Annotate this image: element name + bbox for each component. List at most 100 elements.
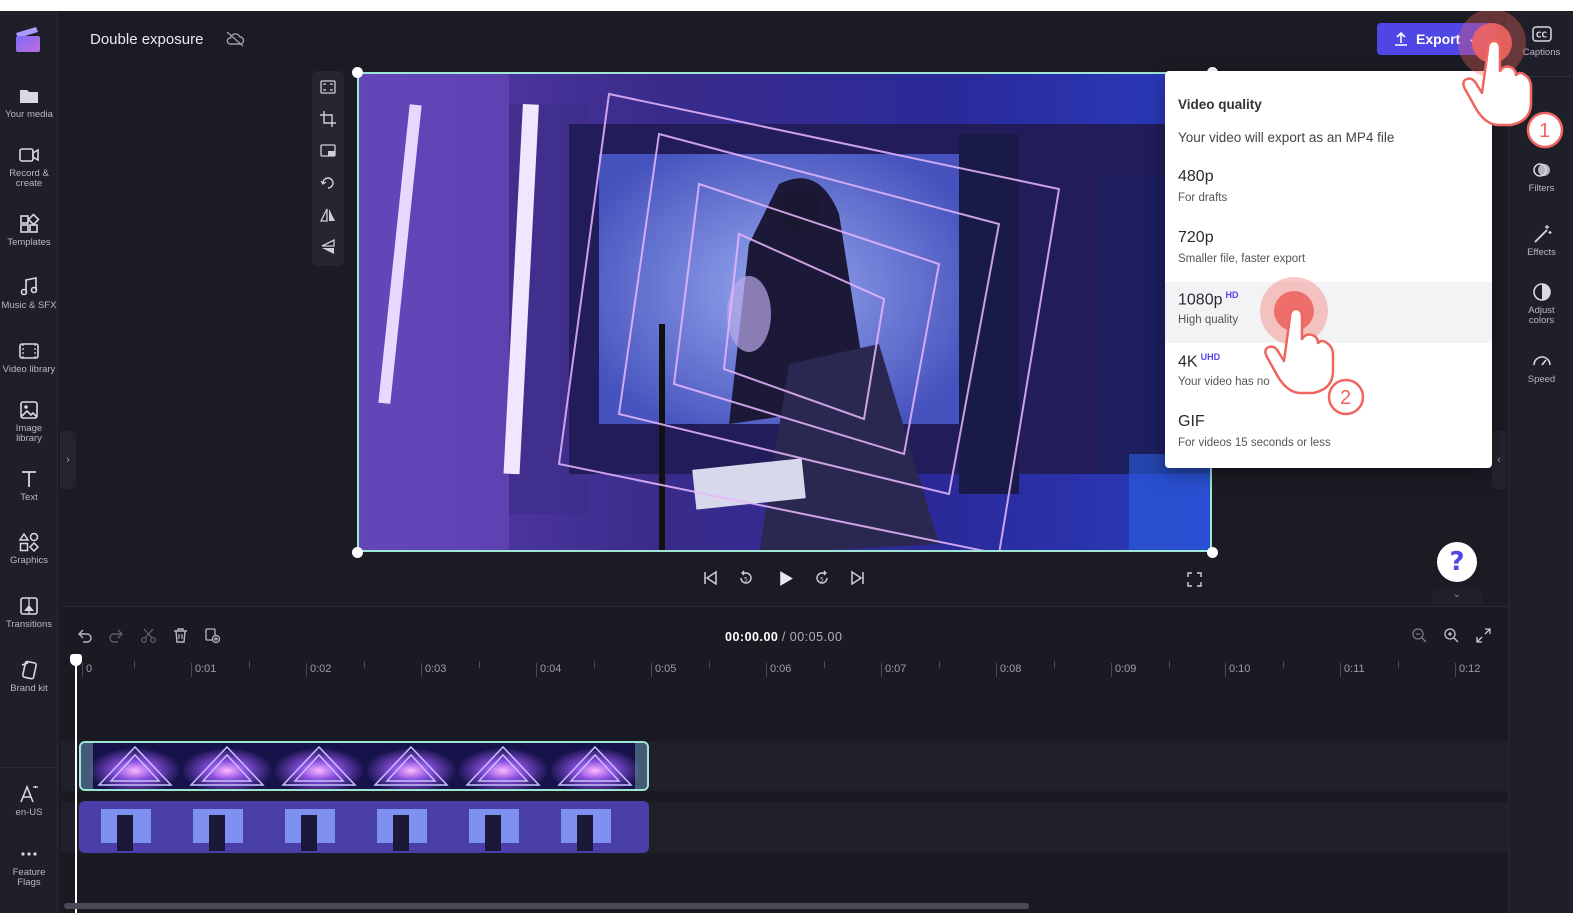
- redo-icon[interactable]: [108, 627, 125, 644]
- time-readout: 00:00.00 / 00:05.00: [725, 630, 842, 644]
- flip-horizontal-icon[interactable]: [319, 206, 337, 224]
- help-button[interactable]: ?: [1437, 542, 1477, 582]
- camera-icon: [19, 148, 39, 162]
- language-icon: [20, 784, 38, 803]
- panel-adjust-colors[interactable]: Adjust colors: [1509, 281, 1573, 326]
- fit-timeline-icon[interactable]: [1475, 627, 1492, 644]
- current-time: 00:00.00: [725, 630, 779, 644]
- skip-to-end-icon[interactable]: [849, 569, 867, 587]
- playhead[interactable]: [75, 655, 77, 913]
- app-logo-icon[interactable]: [12, 23, 44, 55]
- fullscreen-icon[interactable]: [1186, 571, 1203, 588]
- scissors-icon[interactable]: [140, 627, 157, 644]
- nav-label: Graphics: [9, 555, 48, 566]
- step-number: 2: [1340, 387, 1351, 409]
- nav-label: Image library: [15, 423, 43, 444]
- panel-label: Effects: [1527, 247, 1556, 258]
- project-title[interactable]: Double exposure: [90, 31, 203, 48]
- trash-icon[interactable]: [172, 627, 189, 644]
- nav-brand-kit[interactable]: Brand kit: [0, 659, 58, 694]
- minor-tick: [479, 661, 480, 668]
- video-clip[interactable]: [79, 801, 649, 853]
- thumb: [549, 743, 641, 789]
- minor-tick: [1398, 661, 1399, 668]
- panel-label: Adjust colors: [1528, 305, 1555, 326]
- thumb: [457, 743, 549, 789]
- left-sidebar: Your media Record & create Templates Mus…: [0, 11, 58, 913]
- overlay-clip[interactable]: [79, 741, 649, 791]
- nav-graphics[interactable]: Graphics: [0, 531, 58, 566]
- contrast-icon: [1532, 283, 1551, 301]
- trim-handle-left[interactable]: [81, 743, 93, 789]
- rotate-icon[interactable]: [319, 174, 337, 192]
- chevron-down-icon[interactable]: ⌄: [1431, 589, 1483, 605]
- nav-label: en-US: [15, 807, 43, 818]
- film-icon: [19, 343, 39, 359]
- nav-language[interactable]: en-US: [0, 783, 58, 818]
- tick-label: 0:04: [536, 663, 561, 677]
- minor-tick: [709, 661, 710, 668]
- brand-kit-icon: [21, 660, 37, 680]
- svg-text:5: 5: [820, 577, 824, 584]
- duplicate-icon[interactable]: [204, 627, 221, 644]
- quality-option-480p[interactable]: 480p For drafts: [1165, 160, 1492, 221]
- total-time: / 00:05.00: [781, 630, 843, 644]
- tick-label: 0:05: [651, 663, 676, 677]
- zoom-out-icon[interactable]: [1411, 627, 1428, 644]
- resize-handle[interactable]: [1207, 547, 1218, 558]
- trim-handle-right[interactable]: [635, 743, 647, 789]
- crop-icon[interactable]: [319, 110, 337, 128]
- video-preview[interactable]: [357, 72, 1212, 552]
- panel-speed[interactable]: Speed: [1509, 350, 1573, 385]
- forward-5-icon[interactable]: 5: [813, 569, 831, 587]
- editor-app: Your media Record & create Templates Mus…: [0, 11, 1573, 913]
- option-desc: Smaller file, faster export: [1178, 253, 1306, 265]
- thumb: [263, 801, 355, 853]
- flip-vertical-icon[interactable]: [319, 238, 337, 256]
- collapse-right-panel-button[interactable]: ‹: [1492, 431, 1506, 489]
- undo-icon[interactable]: [76, 627, 93, 644]
- thumb: [171, 801, 263, 853]
- play-icon[interactable]: [776, 569, 795, 588]
- nav-record-create[interactable]: Record & create: [0, 144, 58, 189]
- tick-label: 0:08: [996, 663, 1021, 677]
- panel-filters[interactable]: Filters: [1509, 159, 1573, 194]
- tick-label: 0:01: [191, 663, 216, 677]
- nav-your-media[interactable]: Your media: [0, 85, 58, 120]
- rewind-5-icon[interactable]: 5: [737, 569, 755, 587]
- zoom-in-icon[interactable]: [1443, 627, 1460, 644]
- nav-feature-flags[interactable]: Feature Flags: [0, 843, 58, 888]
- resize-handle[interactable]: [352, 67, 363, 78]
- menu-title: Video quality: [1178, 97, 1262, 112]
- fit-icon[interactable]: [319, 78, 337, 96]
- panel-label: Filters: [1528, 183, 1555, 194]
- panel-effects[interactable]: Effects: [1509, 223, 1573, 258]
- nav-templates[interactable]: Templates: [0, 213, 58, 248]
- skip-to-start-icon[interactable]: [701, 569, 719, 587]
- preview-tools: [312, 71, 344, 266]
- thumb: [181, 743, 273, 789]
- thumb: [539, 801, 649, 853]
- thumb: [447, 801, 539, 853]
- nav-label: Brand kit: [10, 683, 48, 694]
- playhead-handle[interactable]: [70, 654, 82, 666]
- nav-music-sfx[interactable]: Music & SFX: [0, 276, 58, 311]
- nav-text[interactable]: Text: [0, 468, 58, 503]
- resize-handle[interactable]: [352, 547, 363, 558]
- nav-label: Video library: [2, 364, 56, 375]
- expand-left-panel-button[interactable]: ›: [60, 431, 76, 489]
- upload-icon: [1395, 31, 1407, 46]
- timeline-ruler[interactable]: 0 0:01 0:02 0:03 0:04 0:05 0:06 0:07 0:0…: [61, 653, 1508, 683]
- nav-transitions[interactable]: Transitions: [0, 595, 58, 630]
- option-name: 1080p: [1178, 291, 1223, 309]
- nav-video-library[interactable]: Video library: [0, 340, 58, 375]
- picture-in-picture-icon[interactable]: [319, 142, 337, 160]
- chevron-right-icon: ›: [66, 454, 70, 466]
- nav-image-library[interactable]: Image library: [0, 399, 58, 444]
- cloud-off-icon: [226, 31, 245, 47]
- clip-thumbnails: [89, 743, 641, 789]
- step1-cursor-annotation: 1: [1458, 11, 1564, 149]
- uhd-badge: UHD: [1200, 352, 1221, 362]
- folder-icon: [20, 90, 38, 103]
- timeline-scrollbar[interactable]: [64, 903, 1029, 909]
